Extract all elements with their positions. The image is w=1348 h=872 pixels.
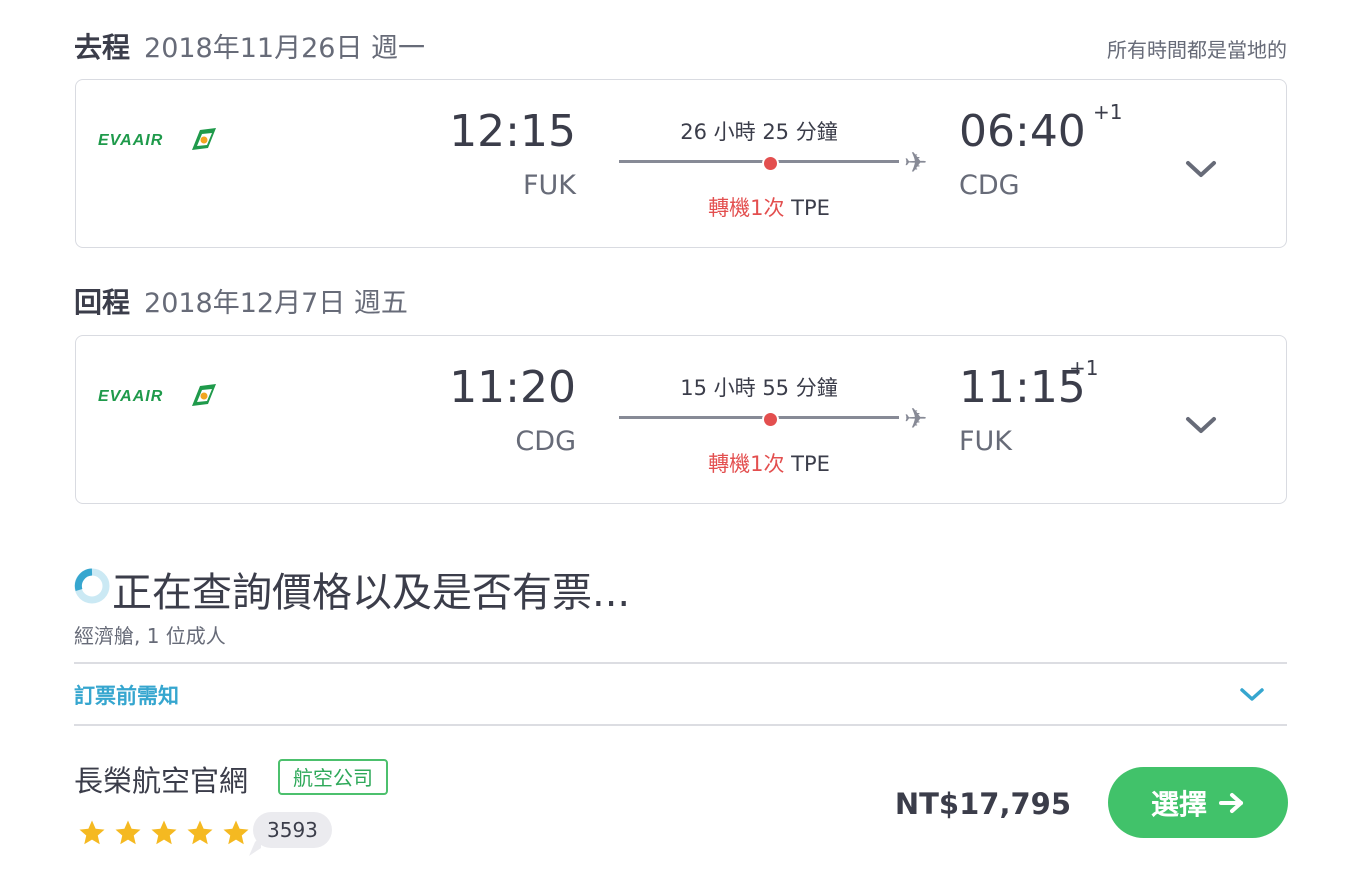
return-stop-count: 轉機1次	[708, 452, 785, 476]
outbound-arrival-airport: CDG	[959, 170, 1020, 201]
cabin-passengers: 經濟艙, 1 位成人	[74, 624, 226, 648]
outbound-duration: 26 小時 25 分鐘	[680, 120, 838, 144]
return-flight-card[interactable]: EVAAIR 11:20 CDG 15 小時 55 分鐘 ✈ 轉機1次 TPE …	[75, 335, 1287, 504]
airline-badge: 航空公司	[278, 759, 388, 795]
outbound-stops: 轉機1次 TPE	[619, 192, 919, 222]
outbound-departure-time: 12:15	[449, 106, 576, 157]
outbound-label: 去程	[74, 31, 131, 64]
chevron-down-icon[interactable]	[1184, 414, 1218, 436]
select-button-label: 選擇	[1150, 787, 1207, 821]
star-icon	[115, 820, 141, 845]
return-stop-dot	[762, 411, 779, 428]
outbound-arrival-time: 06:40	[959, 106, 1086, 157]
chevron-down-icon[interactable]	[1238, 686, 1266, 704]
return-header: 回程 2018年12月7日 週五	[74, 281, 408, 321]
return-duration: 15 小時 55 分鐘	[680, 376, 838, 400]
chevron-down-icon[interactable]	[1184, 158, 1218, 180]
return-route-line	[619, 416, 899, 419]
return-date: 2018年12月7日 週五	[144, 288, 408, 319]
outbound-stop-dot	[762, 155, 779, 172]
return-arrival-time: 11:15	[959, 362, 1086, 413]
booking-notice-link[interactable]: 訂票前需知	[74, 680, 179, 710]
return-departure-airport: CDG	[515, 426, 576, 457]
return-day-offset: +1	[1069, 356, 1099, 380]
divider	[74, 662, 1287, 664]
return-arrival-airport: FUK	[959, 426, 1012, 457]
star-icon	[79, 820, 105, 845]
arrow-right-icon	[1219, 792, 1243, 813]
return-via-airport: TPE	[791, 452, 830, 476]
outbound-flight-card[interactable]: EVAAIR 12:15 FUK 26 小時 25 分鐘 ✈ 轉機1次 TPE …	[75, 79, 1287, 248]
plane-icon: ✈	[904, 146, 928, 179]
eva-air-logo: EVAAIR	[98, 382, 228, 412]
outbound-date: 2018年11月26日 週一	[144, 33, 426, 64]
star-icon	[151, 820, 177, 845]
loading-spinner-icon	[74, 568, 110, 604]
return-label: 回程	[74, 286, 131, 319]
star-icon	[187, 820, 213, 845]
provider-name: 長榮航空官網	[74, 764, 249, 798]
return-departure-time: 11:20	[449, 362, 576, 413]
return-stops: 轉機1次 TPE	[619, 448, 919, 478]
outbound-day-offset: +1	[1093, 100, 1123, 124]
outbound-via-airport: TPE	[791, 196, 830, 220]
outbound-stop-count: 轉機1次	[708, 196, 785, 220]
price: NT$17,795	[894, 787, 1071, 821]
plane-icon: ✈	[904, 402, 928, 435]
local-time-note: 所有時間都是當地的	[1107, 38, 1287, 62]
eva-air-logo: EVAAIR	[98, 126, 228, 156]
review-count[interactable]: 3593	[253, 812, 332, 848]
select-button[interactable]: 選擇	[1108, 767, 1288, 838]
outbound-route-line	[619, 160, 899, 163]
divider	[74, 724, 1287, 726]
outbound-header: 去程 2018年11月26日 週一	[74, 26, 425, 66]
rating-stars	[77, 818, 251, 848]
loading-status: 正在查詢價格以及是否有票...	[112, 570, 631, 616]
outbound-departure-airport: FUK	[523, 170, 576, 201]
